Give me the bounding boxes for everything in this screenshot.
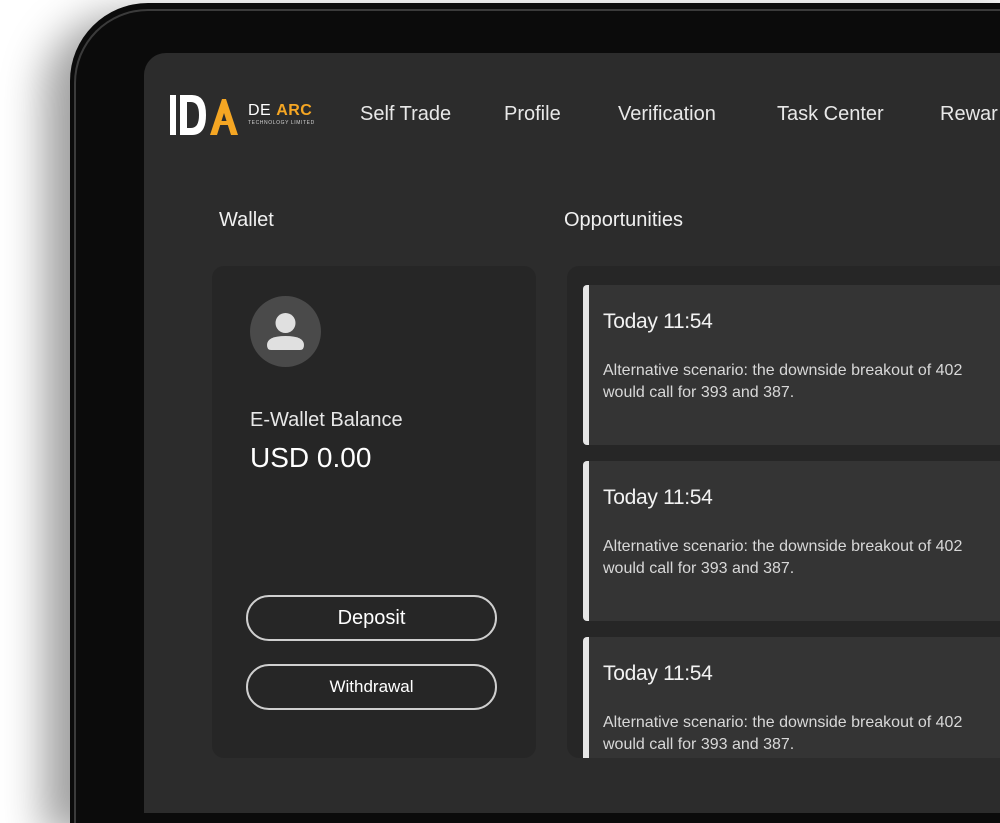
nav-item-rewards[interactable]: Rewar — [940, 103, 998, 126]
opportunities-panel[interactable]: Today 11:54 Alternative scenario: the do… — [567, 266, 1000, 758]
app-screen: DE ARC TECHNOLOGY LIMITED Self Trade Pro… — [144, 53, 1000, 813]
nav-item-verification[interactable]: Verification — [618, 103, 716, 126]
opportunity-text: Alternative scenario: the downside break… — [603, 538, 963, 577]
top-navigation: Self Trade Profile Verification Task Cen… — [144, 103, 1000, 129]
opportunity-time: Today 11:54 — [603, 310, 713, 333]
deposit-button[interactable]: Deposit — [246, 595, 497, 641]
opportunity-text: Alternative scenario: the downside break… — [603, 362, 963, 401]
nav-item-profile[interactable]: Profile — [504, 103, 561, 126]
withdrawal-button[interactable]: Withdrawal — [246, 664, 497, 710]
opportunity-text: Alternative scenario: the downside break… — [603, 714, 963, 753]
user-avatar[interactable] — [250, 296, 321, 367]
opportunity-card[interactable]: Today 11:54 Alternative scenario: the do… — [583, 637, 1000, 758]
nav-item-self-trade[interactable]: Self Trade — [360, 103, 451, 126]
opportunities-section-title: Opportunities — [564, 209, 683, 231]
opportunity-time: Today 11:54 — [603, 486, 713, 509]
balance-label: E-Wallet Balance — [250, 409, 403, 431]
wallet-section-title: Wallet — [219, 209, 274, 231]
opportunity-card[interactable]: Today 11:54 Alternative scenario: the do… — [583, 285, 1000, 445]
opportunity-time: Today 11:54 — [603, 662, 713, 685]
wallet-card: E-Wallet Balance USD 0.00 Deposit Withdr… — [212, 266, 536, 758]
nav-item-task-center[interactable]: Task Center — [777, 103, 884, 126]
balance-value: USD 0.00 — [250, 442, 372, 473]
opportunity-card[interactable]: Today 11:54 Alternative scenario: the do… — [583, 461, 1000, 621]
user-avatar-icon — [267, 313, 304, 350]
